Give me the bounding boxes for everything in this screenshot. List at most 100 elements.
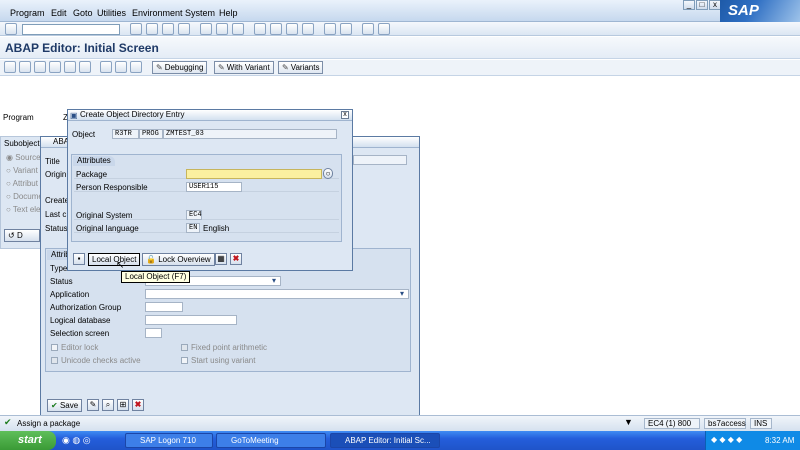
- quicklaunch-icons[interactable]: ◉ ◍ ◎: [62, 435, 91, 446]
- insert-mode[interactable]: INS: [750, 418, 772, 429]
- clock: 8:32 AM: [765, 436, 795, 445]
- task-abap-editor[interactable]: ABAP Editor: Initial Sc...: [330, 433, 440, 448]
- debug-icon: ✎: [156, 63, 163, 72]
- new-session-icon[interactable]: [324, 23, 336, 35]
- create-dialog-title: Create Object Directory Entry: [68, 110, 352, 121]
- object-name-field: ZMTEST_03: [163, 129, 337, 139]
- maximize-button[interactable]: □: [696, 0, 708, 10]
- editor-lock-checkbox[interactable]: [51, 344, 58, 351]
- system-info[interactable]: EC4 (1) 800: [644, 418, 700, 429]
- with-variant-button[interactable]: ✎ With Variant: [214, 61, 274, 74]
- save-disk-icon[interactable]: ▪: [73, 253, 85, 265]
- created-label: Create: [45, 196, 70, 205]
- cancel-dialog-icon[interactable]: ✖: [230, 253, 242, 265]
- local-object-button[interactable]: Local Object: [88, 253, 141, 266]
- local-object-tooltip: Local Object (F7): [121, 271, 191, 283]
- subobjects-label: Subobject: [4, 139, 40, 148]
- print-icon[interactable]: [200, 23, 212, 35]
- rename-icon[interactable]: [130, 61, 142, 73]
- menu-edit[interactable]: Edit: [51, 8, 67, 18]
- first-page-icon[interactable]: [254, 23, 266, 35]
- next-page-icon[interactable]: [286, 23, 298, 35]
- enter-check-icon[interactable]: [5, 23, 17, 35]
- tray-icons[interactable]: ◆ ◆ ◆ ◆: [711, 435, 742, 444]
- exit-icon[interactable]: [162, 23, 174, 35]
- find-next-icon[interactable]: [232, 23, 244, 35]
- activate-icon[interactable]: [19, 61, 31, 73]
- start-variant-checkbox[interactable]: [181, 357, 188, 364]
- original-language-label-create: Original language: [76, 224, 139, 233]
- person-responsible-input[interactable]: USER115: [186, 182, 242, 192]
- subobject-text-elements[interactable]: ○ Text ele: [6, 205, 41, 214]
- system-info-toggle-icon[interactable]: ▼: [624, 417, 633, 427]
- task-gotomeeting[interactable]: GoToMeeting: [216, 433, 326, 448]
- hierarchy-icon[interactable]: ⊞: [117, 399, 129, 411]
- copy-icon[interactable]: [115, 61, 127, 73]
- delete-icon[interactable]: [100, 61, 112, 73]
- logical-database-label: Logical database: [50, 316, 111, 325]
- previous-page-icon[interactable]: [270, 23, 282, 35]
- create-object-directory-dialog: Create Object Directory Entry ▣ x Object…: [67, 109, 353, 271]
- selection-screen-field[interactable]: [145, 328, 162, 338]
- where-used-icon[interactable]: [49, 61, 61, 73]
- menu-environment[interactable]: Environment: [132, 8, 183, 18]
- cancel-x-icon[interactable]: ✖: [132, 399, 144, 411]
- variants-button[interactable]: ✎ Variants: [278, 61, 324, 74]
- save-icon[interactable]: [130, 23, 142, 35]
- cancel-icon[interactable]: [178, 23, 190, 35]
- subobject-variants[interactable]: ○ Variant: [6, 166, 38, 175]
- variant-icon: ✎: [218, 63, 225, 72]
- subobject-source[interactable]: ◉ Source: [6, 153, 41, 162]
- object-list-icon[interactable]: [64, 61, 76, 73]
- layout-menu-icon[interactable]: [378, 23, 390, 35]
- find-icon[interactable]: [216, 23, 228, 35]
- menu-program[interactable]: Program: [10, 8, 45, 18]
- edit-icon[interactable]: ✎: [87, 399, 99, 411]
- lock-overview-button[interactable]: 🔓 Lock Overview: [142, 253, 215, 266]
- package-label: Package: [76, 170, 108, 179]
- title-field[interactable]: [353, 155, 407, 165]
- test-icon[interactable]: [34, 61, 46, 73]
- menu-help[interactable]: Help: [219, 8, 238, 18]
- status-dropdown-icon[interactable]: ▾: [272, 276, 276, 285]
- last-page-icon[interactable]: [302, 23, 314, 35]
- start-button[interactable]: start: [0, 431, 56, 450]
- sap-logo: SAP: [720, 0, 800, 22]
- status-row-label: Status: [50, 277, 73, 286]
- application-field[interactable]: [145, 289, 409, 299]
- program-label: Program: [3, 113, 34, 122]
- menu-utilities[interactable]: Utilities: [97, 8, 126, 18]
- minimize-button[interactable]: _: [683, 0, 695, 10]
- unicode-checkbox[interactable]: [51, 357, 58, 364]
- server-info[interactable]: bs7access: [704, 418, 746, 429]
- help-icon[interactable]: [362, 23, 374, 35]
- package-search-icon[interactable]: ○: [323, 168, 333, 179]
- command-field[interactable]: [22, 24, 120, 35]
- shortcut-icon[interactable]: [340, 23, 352, 35]
- object-type-field: PROG: [139, 129, 163, 139]
- logical-database-field[interactable]: [145, 315, 237, 325]
- menu-goto[interactable]: Goto: [73, 8, 93, 18]
- debugging-button[interactable]: ✎ Debugging: [152, 61, 208, 74]
- back-icon[interactable]: [146, 23, 158, 35]
- display-object-icon[interactable]: ▦: [215, 253, 227, 265]
- lock-icon: 🔓: [146, 255, 156, 264]
- save-button[interactable]: ✔ Save: [47, 399, 83, 412]
- authorization-group-field[interactable]: [145, 302, 183, 312]
- original-language-name: English: [203, 224, 230, 233]
- package-input[interactable]: [186, 169, 322, 179]
- dialog-close-icon[interactable]: x: [341, 111, 349, 119]
- original-system-label: Original System: [76, 211, 133, 220]
- subobject-documentation[interactable]: ○ Docume: [6, 192, 43, 201]
- syntax-check-icon[interactable]: [4, 61, 16, 73]
- menu-system[interactable]: System: [185, 8, 215, 18]
- fixed-point-checkbox[interactable]: [181, 344, 188, 351]
- info-icon[interactable]: [79, 61, 91, 73]
- subobject-attributes[interactable]: ○ Attribut: [6, 179, 38, 188]
- application-dropdown-icon[interactable]: ▾: [400, 289, 404, 298]
- page-title: ABAP Editor: Initial Screen: [5, 41, 159, 55]
- object-label: Object: [72, 130, 96, 139]
- search-icon[interactable]: ⌕: [102, 399, 114, 411]
- task-sap-logon[interactable]: SAP Logon 710: [125, 433, 213, 448]
- display-button[interactable]: ↺ D: [4, 229, 40, 242]
